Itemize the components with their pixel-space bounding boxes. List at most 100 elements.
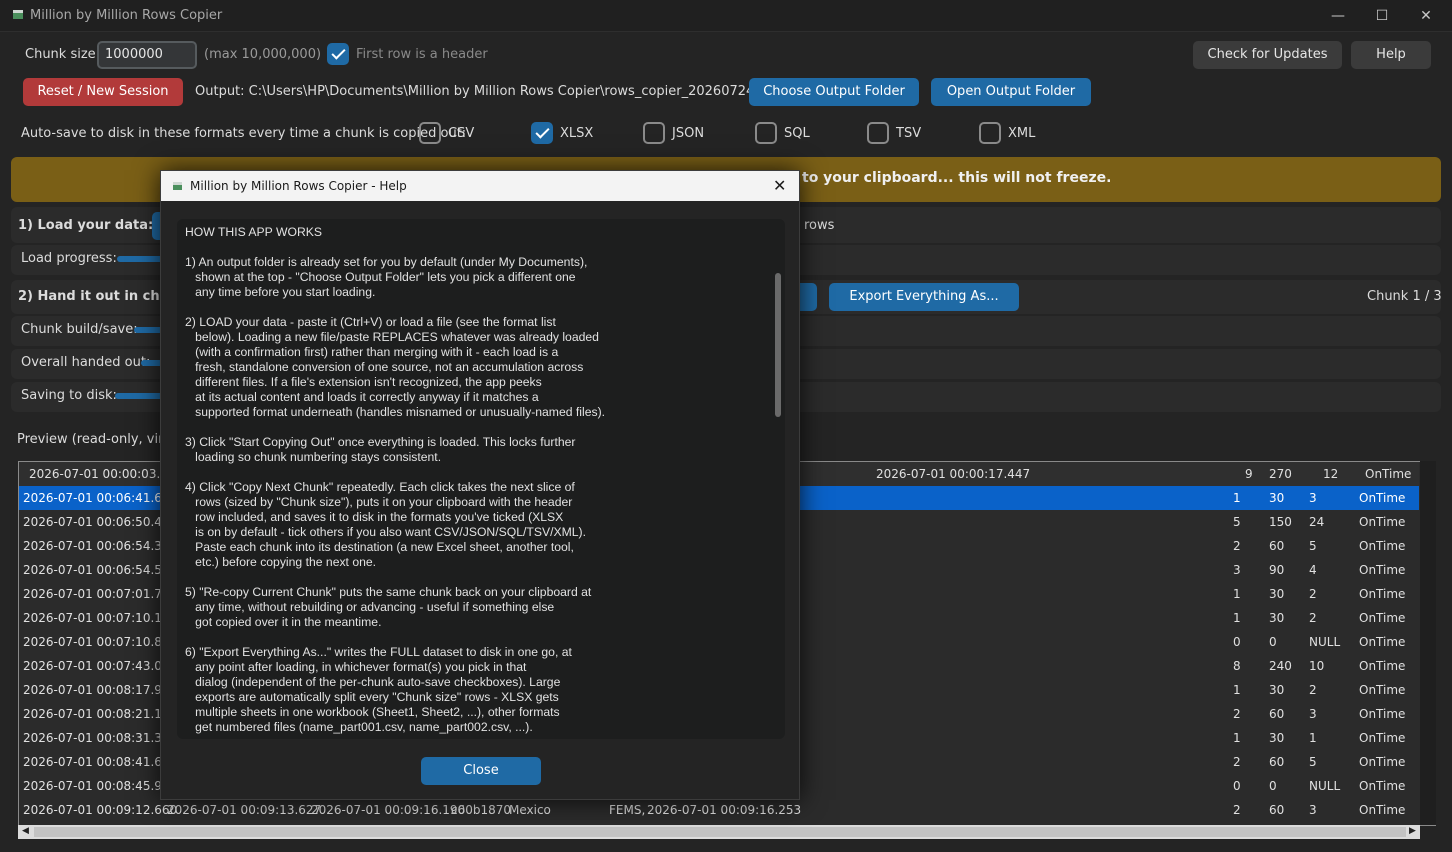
- table-cell-n3: NULL: [1309, 779, 1341, 793]
- table-cell-n2: 60: [1269, 803, 1285, 817]
- table-cell-a: 2026-07-01 00:07:10.870: [23, 635, 178, 649]
- format-checkbox-json[interactable]: [643, 122, 665, 144]
- load-heading: 1) Load your data:: [18, 218, 154, 233]
- format-checkbox-xml[interactable]: [979, 122, 1001, 144]
- maximize-button[interactable]: ☐: [1360, 0, 1404, 32]
- choose-output-folder-button[interactable]: Choose Output Folder: [749, 78, 919, 106]
- table-cell-a: 2026-07-01 00:08:17.997: [23, 683, 178, 697]
- hand-heading: 2) Hand it out in chun: [18, 289, 179, 304]
- table-cell-s: OnTime: [1359, 803, 1406, 817]
- chunk-max-label: (max 10,000,000): [204, 47, 322, 62]
- help-scroll-thumb[interactable]: [775, 273, 781, 417]
- chunk-size-input[interactable]: 1000000: [97, 41, 197, 69]
- table-cell-s: OnTime: [1359, 491, 1406, 505]
- scroll-left-arrow-icon[interactable]: ◀: [22, 826, 29, 836]
- format-checkbox-tsv[interactable]: [867, 122, 889, 144]
- table-cell-a: 2026-07-01 00:08:21.120: [23, 707, 178, 721]
- format-checkbox-xlsx[interactable]: [531, 122, 553, 144]
- table-cell-s: OnTime: [1359, 707, 1406, 721]
- reset-session-button[interactable]: Reset / New Session: [23, 78, 183, 106]
- format-checkbox-csv[interactable]: [419, 122, 441, 144]
- table-cell-s: OnTime: [1359, 587, 1406, 601]
- table-cell-f: FEMS,: [609, 803, 646, 817]
- chunk-size-label: Chunk size:: [25, 47, 101, 62]
- format-label-tsv: TSV: [896, 126, 922, 141]
- scroll-right-arrow-icon[interactable]: ▶: [1409, 826, 1416, 836]
- horizontal-scroll-thumb[interactable]: [34, 827, 1406, 837]
- table-cell-n3: 3: [1309, 707, 1317, 721]
- table-cell-n2: 30: [1269, 611, 1285, 625]
- first-row-header-label: First row is a header: [356, 47, 488, 62]
- table-cell-a: 2026-07-01 00:09:12.660: [23, 803, 178, 817]
- table-cell-s: OnTime: [1359, 731, 1406, 745]
- table-cell-n3: 5: [1309, 755, 1317, 769]
- minimize-button[interactable]: —: [1316, 0, 1360, 32]
- table-cell-n1: 9: [1245, 467, 1253, 481]
- table-cell-n2: 240: [1269, 659, 1292, 673]
- table-cell-n1: 8: [1233, 659, 1241, 673]
- table-cell-n1: 1: [1233, 731, 1241, 745]
- dialog-close-button[interactable]: Close: [421, 757, 541, 785]
- app-icon: [13, 10, 23, 19]
- table-cell-n3: NULL: [1309, 635, 1341, 649]
- first-row-header-checkbox[interactable]: [327, 43, 349, 65]
- table-cell-n1: 5: [1233, 515, 1241, 529]
- table-cell-s: OnTime: [1359, 611, 1406, 625]
- format-label-csv: CSV: [448, 126, 475, 141]
- format-label-json: JSON: [672, 126, 705, 141]
- table-cell-m: 2026-07-01 00:09:16.253: [647, 803, 802, 817]
- table-cell-a: 2026-07-01 00:06:41.687: [23, 491, 178, 505]
- table-cell-n3: 3: [1309, 491, 1317, 505]
- table-cell-a: 2026-07-01 00:06:50.463: [23, 515, 178, 529]
- table-cell-n1: 1: [1233, 683, 1241, 697]
- table-cell-a: 2026-07-01 00:08:45.987: [23, 779, 178, 793]
- close-window-button[interactable]: ✕: [1404, 0, 1448, 32]
- table-cell-s: OnTime: [1359, 779, 1406, 793]
- table-cell-s: OnTime: [1359, 635, 1406, 649]
- table-cell-n1: 2: [1233, 707, 1241, 721]
- open-output-folder-button[interactable]: Open Output Folder: [931, 78, 1091, 106]
- table-cell-b: 2026-07-01 00:09:13.627: [167, 803, 322, 817]
- table-cell-a: 2026-07-01 00:06:54.587: [23, 563, 178, 577]
- table-cell-n2: 30: [1269, 683, 1285, 697]
- table-cell-a: 2026-07-01 00:07:01.780: [23, 587, 178, 601]
- table-cell-n2: 60: [1269, 755, 1285, 769]
- dialog-app-icon: [173, 182, 182, 190]
- format-checkbox-sql[interactable]: [755, 122, 777, 144]
- table-cell-n2: 30: [1269, 587, 1285, 601]
- table-cell-n3: 12: [1323, 467, 1339, 481]
- app-window: Million by Million Rows Copier — ☐ ✕ Chu…: [0, 0, 1452, 852]
- table-cell-s: OnTime: [1359, 515, 1406, 529]
- table-cell-n1: 1: [1233, 491, 1241, 505]
- table-cell-n1: 0: [1233, 635, 1241, 649]
- table-cell-n3: 10: [1309, 659, 1325, 673]
- table-cell-s: OnTime: [1365, 467, 1412, 481]
- help-button[interactable]: Help: [1351, 41, 1431, 69]
- table-cell-n2: 150: [1269, 515, 1292, 529]
- check-updates-button[interactable]: Check for Updates: [1193, 41, 1342, 69]
- table-row[interactable]: 2026-07-01 00:09:12.660 2026-07-01 00:09:…: [19, 798, 1419, 822]
- table-cell-a: 2026-07-01 00:07:10.187: [23, 611, 178, 625]
- table-cell-a: 2026-07-01 00:08:41.637: [23, 755, 178, 769]
- table-cell-n1: 3: [1233, 563, 1241, 577]
- table-cell-s: OnTime: [1359, 683, 1406, 697]
- saving-label: Saving to disk:: [21, 388, 117, 403]
- table-cell-s: OnTime: [1359, 563, 1406, 577]
- table-cell-n1: 2: [1233, 803, 1241, 817]
- vertical-scrollbar[interactable]: [1420, 461, 1436, 825]
- status-banner-text: to your clipboard... this will not freez…: [802, 170, 1112, 186]
- table-cell-e: Mexico: [509, 803, 551, 817]
- export-everything-button[interactable]: Export Everything As...: [829, 283, 1019, 311]
- dialog-close-icon[interactable]: ✕: [773, 176, 786, 195]
- format-label-xlsx: XLSX: [560, 126, 594, 141]
- chunk-build-label: Chunk build/save:: [21, 322, 138, 337]
- help-text-box[interactable]: HOW THIS APP WORKS 1) An output folder i…: [177, 219, 785, 739]
- help-dialog: Million by Million Rows Copier - Help ✕ …: [160, 170, 800, 800]
- table-cell-n2: 90: [1269, 563, 1285, 577]
- table-cell-n1: 1: [1233, 611, 1241, 625]
- table-cell-n1: 1: [1233, 587, 1241, 601]
- table-cell-n3: 4: [1309, 563, 1317, 577]
- table-cell-n3: 24: [1309, 515, 1325, 529]
- help-text: HOW THIS APP WORKS 1) An output folder i…: [185, 225, 606, 734]
- format-label-sql: SQL: [784, 126, 810, 141]
